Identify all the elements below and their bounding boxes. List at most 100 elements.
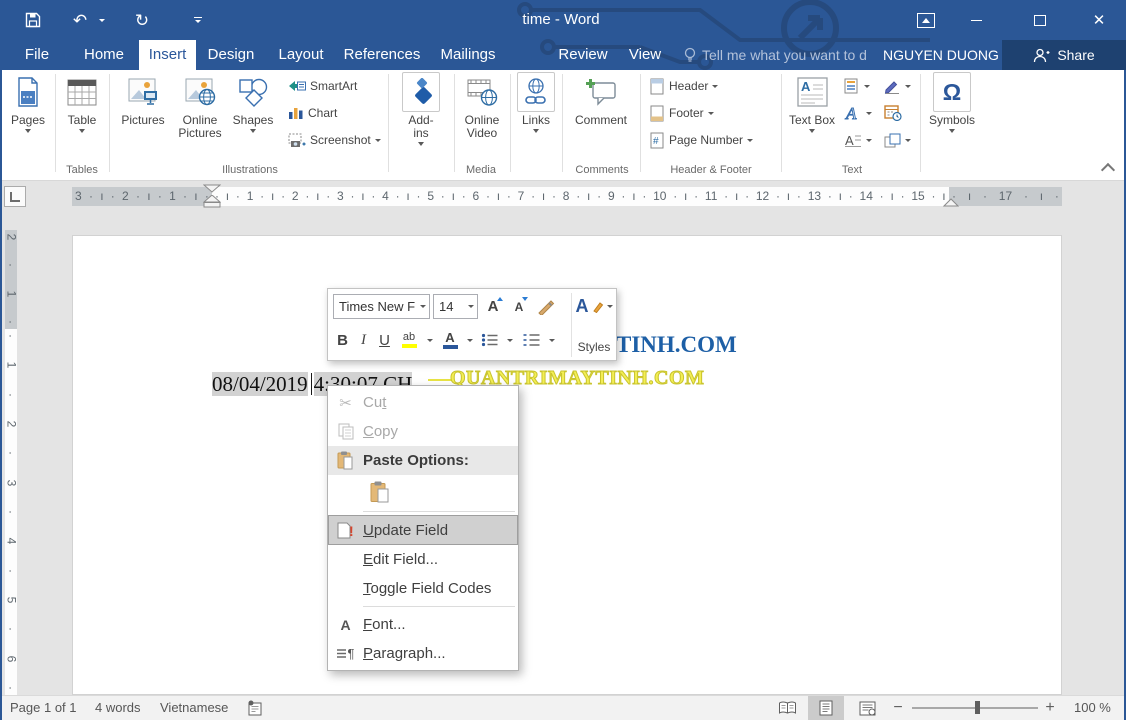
ruler-right-margin[interactable]: · ı · 17 · ı · (949, 187, 1062, 206)
links-button[interactable]: Links (513, 72, 559, 133)
tab-review[interactable]: Review (558, 40, 607, 70)
symbols-button[interactable]: Ω Symbols (926, 72, 978, 133)
collapse-ribbon-icon[interactable] (1100, 162, 1116, 178)
save-icon (25, 12, 41, 28)
signature-line-button[interactable] (884, 76, 911, 96)
online-video-button[interactable]: Online Video (456, 72, 508, 140)
tell-me-box[interactable]: Tell me what you want to d (684, 40, 867, 70)
page-indicator[interactable]: Page 1 of 1 (10, 696, 77, 720)
table-button[interactable]: Table (60, 72, 104, 133)
read-mode-button[interactable] (770, 696, 804, 720)
bullets-dropdown[interactable] (504, 328, 516, 352)
zoom-slider[interactable] (912, 701, 1038, 714)
page-number-label: Page Number (669, 133, 744, 147)
web-layout-icon (859, 701, 875, 715)
tab-insert[interactable]: Insert (139, 40, 196, 70)
share-button[interactable]: Share (1002, 40, 1126, 70)
close-button[interactable]: ✕ (1083, 0, 1115, 40)
add-ins-button[interactable]: Add-ins (394, 72, 448, 146)
highlight-button[interactable]: ab (396, 328, 422, 352)
pictures-label: Pictures (121, 113, 165, 127)
font-color-dropdown[interactable] (464, 328, 476, 352)
footer-button[interactable]: Footer (650, 103, 714, 123)
maximize-icon (1034, 14, 1046, 26)
add-ins-icon (402, 72, 440, 112)
screenshot-button[interactable]: Screenshot (288, 130, 381, 150)
tab-file[interactable]: File (25, 40, 49, 70)
numbering-button[interactable] (518, 328, 544, 352)
italic-button[interactable]: I (354, 328, 373, 352)
web-layout-button[interactable] (850, 696, 884, 720)
tab-design[interactable]: Design (208, 40, 255, 70)
quick-parts-button[interactable] (844, 76, 870, 96)
format-painter-button[interactable] (533, 295, 559, 319)
paste-keep-source-formatting-button[interactable] (366, 478, 394, 506)
chart-button[interactable]: Chart (288, 103, 337, 123)
zoom-slider-thumb[interactable] (975, 701, 980, 714)
header-button[interactable]: Header (650, 76, 719, 96)
styles-button[interactable]: A Styles (575, 293, 613, 357)
tab-home[interactable]: Home (84, 40, 124, 70)
status-bar: Page 1 of 1 4 words Vietnamese − + 100 % (0, 695, 1126, 720)
tab-selector[interactable] (4, 186, 26, 207)
zoom-level[interactable]: 100 % (1074, 696, 1111, 720)
account-name[interactable]: NGUYEN DUONG (883, 40, 999, 70)
group-label-comments: Comments (575, 164, 629, 176)
shrink-font-button[interactable]: A (508, 295, 530, 319)
underline-button[interactable]: U (375, 328, 394, 352)
online-pictures-button[interactable]: Online Pictures (172, 72, 228, 140)
grow-font-button[interactable]: A (481, 295, 505, 319)
tab-references[interactable]: References (344, 40, 421, 70)
shapes-button[interactable]: Shapes (228, 72, 278, 133)
customize-quick-access-button[interactable] (188, 0, 208, 40)
chevron-down-icon[interactable] (464, 295, 477, 318)
minimize-button[interactable] (960, 0, 992, 40)
zoom-in-button[interactable]: + (1040, 696, 1060, 720)
text-box-button[interactable]: A Text Box (788, 72, 836, 133)
symbols-icon: Ω (933, 72, 971, 112)
drop-cap-button[interactable]: A (844, 130, 872, 150)
menu-item-paragraph[interactable]: ¶ Paragraph... (328, 639, 518, 668)
maximize-button[interactable] (1024, 0, 1056, 40)
selected-date-field[interactable]: 08/04/2019 (212, 372, 308, 396)
tab-view[interactable]: View (629, 40, 661, 70)
smartart-button[interactable]: SmartArt (288, 76, 357, 96)
proofing-status-button[interactable] (243, 696, 265, 720)
tab-mailings[interactable]: Mailings (440, 40, 495, 70)
menu-item-toggle-field-codes[interactable]: Toggle Field Codes (328, 574, 518, 603)
undo-dropdown[interactable] (96, 0, 108, 40)
menu-item-edit-field[interactable]: Edit Field... (328, 545, 518, 574)
hanging-indent-marker[interactable] (203, 195, 221, 208)
highlight-dropdown[interactable] (424, 328, 436, 352)
pages-button[interactable]: Pages (6, 72, 50, 133)
right-indent-marker[interactable] (943, 198, 959, 207)
ribbon-display-options-button[interactable] (910, 0, 942, 40)
ruler-left-margin[interactable]: 3 · ı · 2 · ı · 1 · ı · (72, 187, 212, 206)
read-mode-icon (778, 701, 796, 714)
chevron-down-icon[interactable] (416, 295, 429, 318)
tab-layout[interactable]: Layout (278, 40, 323, 70)
numbering-dropdown[interactable] (546, 328, 558, 352)
menu-item-font[interactable]: A Font... (328, 610, 518, 639)
bold-button[interactable]: B (333, 328, 352, 352)
print-layout-button[interactable] (808, 696, 844, 720)
font-size-combo[interactable]: 14 (433, 294, 478, 319)
font-color-button[interactable]: A (438, 328, 462, 352)
pictures-button[interactable]: Pictures (114, 72, 172, 127)
wordart-button[interactable]: A (844, 103, 872, 123)
page-number-button[interactable]: # Page Number (650, 130, 754, 150)
first-line-indent-marker[interactable] (203, 184, 221, 193)
font-name-combo[interactable]: Times New F (333, 294, 430, 319)
object-button[interactable] (884, 130, 911, 150)
save-button[interactable] (20, 0, 46, 40)
undo-button[interactable]: ↶ (66, 0, 94, 40)
ruler-main[interactable]: · ı · 1 · ı · 2 · ı · 3 · ı · 4 · ı · 5 · ı · 6 · ı · 7 · ı · 8 · ı · 9 · ı · 1… (212, 187, 949, 206)
comment-button[interactable]: Comment (566, 72, 636, 127)
word-count[interactable]: 4 words (95, 696, 141, 720)
menu-item-update-field[interactable]: ! Update Field (328, 515, 518, 545)
bullets-button[interactable] (478, 328, 502, 352)
language-indicator[interactable]: Vietnamese (160, 696, 228, 720)
redo-button[interactable]: ↻ (128, 0, 156, 40)
zoom-out-button[interactable]: − (888, 696, 908, 720)
date-time-button[interactable] (884, 103, 902, 123)
